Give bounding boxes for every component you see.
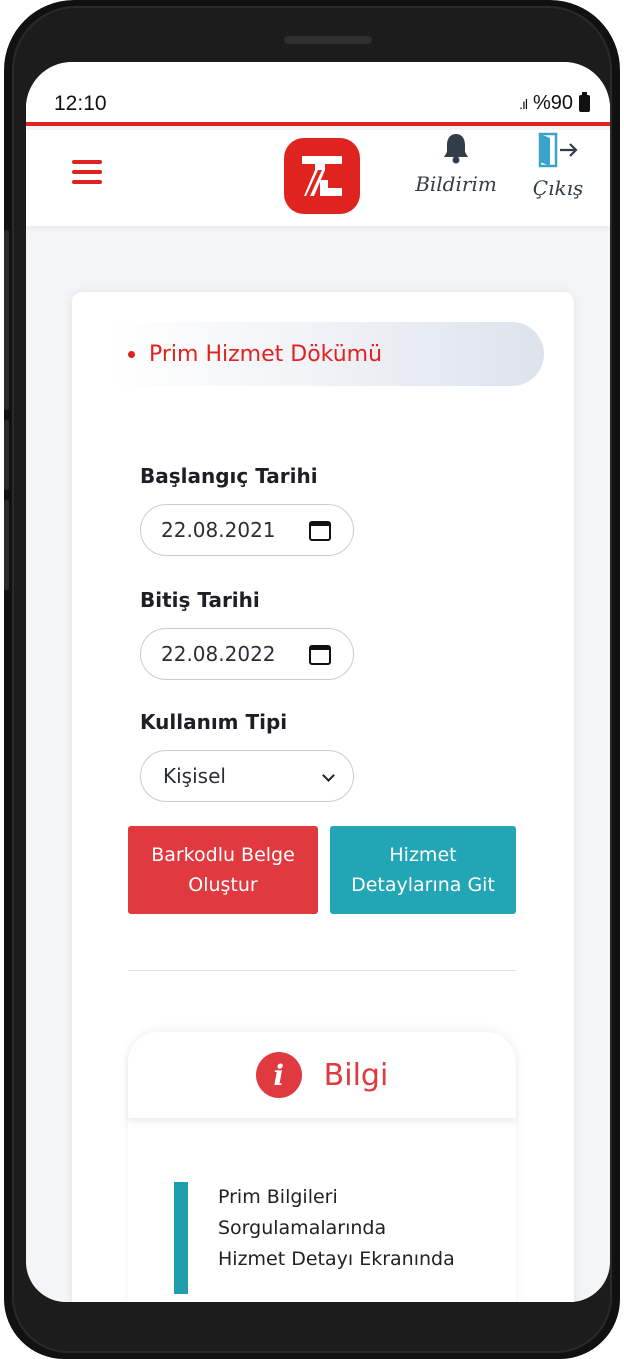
start-date-value: 22.08.2021 — [161, 518, 276, 542]
start-date-input[interactable]: 22.08.2021 — [140, 504, 354, 556]
barcode-button-line2: Oluştur — [188, 874, 258, 896]
battery-level: %90 — [532, 92, 573, 114]
info-line: Sorgulamalarında — [218, 1217, 387, 1239]
speaker-grille — [284, 36, 372, 44]
power-button — [4, 500, 9, 590]
app-logo[interactable] — [284, 138, 360, 214]
title-bullet — [128, 350, 135, 358]
exit-door-icon — [538, 132, 578, 168]
barcode-button-line1: Barkodlu Belge — [151, 844, 295, 866]
battery-icon — [579, 92, 590, 112]
hamburger-menu-icon[interactable] — [72, 160, 102, 184]
details-button-line1: Hizmet — [389, 844, 457, 866]
info-line: Prim Bilgileri — [218, 1186, 338, 1208]
status-bar: 12:10 .ıl %90 — [26, 62, 610, 126]
prim-hizmet-card: Prim Hizmet Dökümü Başlangıç Tarihi 22.0… — [72, 292, 574, 1302]
side-button — [4, 420, 9, 490]
create-barcode-document-button[interactable]: Barkodlu Belge Oluştur — [128, 826, 318, 914]
info-text: Prim Bilgileri Sorgulamalarında Hizmet D… — [218, 1182, 508, 1275]
info-icon: i — [255, 1052, 302, 1098]
go-to-service-details-button[interactable]: Hizmet Detaylarına Git — [330, 826, 516, 914]
info-header: i Bilgi — [128, 1032, 516, 1118]
logo-mark-icon — [302, 156, 342, 196]
page-title: Prim Hizmet Dökümü — [149, 341, 383, 367]
info-box: i Bilgi Prim Bilgileri Sorgulamalarında … — [128, 1032, 516, 1302]
notifications-button[interactable]: Bildirim — [414, 132, 498, 196]
end-date-label: Bitiş Tarihi — [140, 588, 260, 612]
usage-type-value: Kişisel — [163, 764, 226, 788]
app-screen: 12:10 .ıl %90 Bildirim Çıkış Prim Hizmet… — [26, 62, 610, 1302]
calendar-icon[interactable] — [309, 645, 331, 665]
bell-icon — [444, 134, 468, 164]
phone-frame: 12:10 .ıl %90 Bildirim Çıkış Prim Hizmet… — [4, 0, 620, 1359]
logout-label: Çıkış — [532, 176, 584, 200]
logout-button[interactable]: Çıkış — [522, 132, 594, 200]
status-time: 12:10 — [54, 92, 107, 115]
status-indicators: .ıl %90 — [519, 92, 590, 115]
signal-icon: .ıl — [519, 95, 528, 112]
end-date-value: 22.08.2022 — [161, 642, 276, 666]
usage-type-select[interactable]: Kişisel — [140, 750, 354, 802]
app-header: Bildirim Çıkış — [26, 130, 610, 226]
info-title: Bilgi — [323, 1057, 389, 1093]
volume-button — [4, 230, 9, 410]
info-accent-bar — [174, 1182, 188, 1294]
start-date-label: Başlangıç Tarihi — [140, 464, 318, 488]
info-line: Hizmet Detayı Ekranında — [218, 1248, 455, 1270]
chevron-down-icon — [322, 769, 335, 782]
usage-type-label: Kullanım Tipi — [140, 710, 288, 734]
page-title-pill: Prim Hizmet Dökümü — [112, 322, 544, 386]
calendar-icon[interactable] — [309, 521, 331, 541]
end-date-input[interactable]: 22.08.2022 — [140, 628, 354, 680]
notifications-label: Bildirim — [415, 172, 497, 196]
divider — [128, 970, 516, 971]
details-button-line2: Detaylarına Git — [351, 874, 495, 896]
